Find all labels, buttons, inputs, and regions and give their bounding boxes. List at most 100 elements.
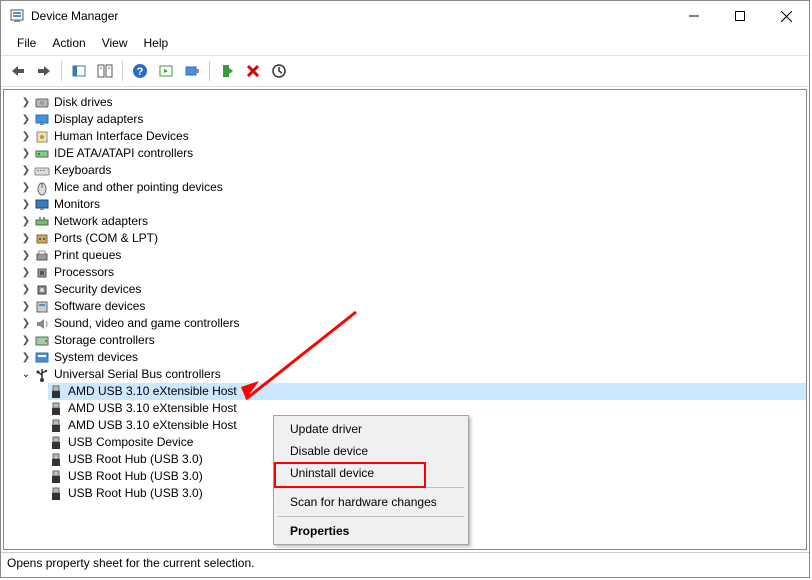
context-menu: Update driver Disable device Uninstall d… [273,415,469,545]
tree-child-node[interactable]: AMD USB 3.10 eXtensible Host [48,383,806,400]
scan-changes-button[interactable] [268,60,290,82]
tree-node[interactable]: ❯Keyboards [20,162,806,179]
tree-node[interactable]: ❯Processors [20,264,806,281]
tree-node[interactable]: ❯ Sound, video and game controllers [20,315,806,332]
properties-button[interactable] [94,60,116,82]
tree-label: Security devices [54,281,141,298]
expand-arrow-icon[interactable]: ❯ [20,94,32,111]
tree-label: Storage controllers [54,332,155,349]
storage-icon [34,333,50,349]
expand-arrow-icon[interactable]: ❯ [20,332,32,349]
tree-label: Print queues [54,247,121,264]
expand-arrow-icon[interactable]: ❯ [20,298,32,315]
tree-node[interactable]: ❯Ports (COM & LPT) [20,230,806,247]
ctx-separator [278,487,464,488]
tree-node[interactable]: ❯ Storage controllers [20,332,806,349]
tree-label: Universal Serial Bus controllers [54,366,221,383]
expand-arrow-icon[interactable]: ❯ [20,162,32,179]
tree-label: Mice and other pointing devices [54,179,223,196]
ctx-scan-hardware[interactable]: Scan for hardware changes [276,491,466,513]
expand-arrow-icon[interactable]: ❯ [20,349,32,366]
expand-arrow-icon[interactable]: ❯ [20,111,32,128]
maximize-button[interactable] [717,1,763,31]
software-icon [34,299,50,315]
menu-view[interactable]: View [94,33,136,53]
separator [61,61,62,81]
show-hide-tree-button[interactable] [68,60,90,82]
tree-label: USB Composite Device [68,434,193,451]
window-buttons [671,1,809,31]
back-button[interactable] [7,60,29,82]
tree-label: Human Interface Devices [54,128,189,145]
menu-action[interactable]: Action [44,33,93,53]
toolbar: ? [1,55,809,87]
expand-arrow-icon[interactable]: ❯ [20,264,32,281]
sound-icon [34,316,50,332]
ide-icon [34,146,50,162]
expand-arrow-icon[interactable]: ❯ [20,247,32,264]
expand-arrow-icon[interactable]: ❯ [20,196,32,213]
hid-icon [34,129,50,145]
collapse-arrow-icon[interactable]: ⌄ [20,366,32,383]
usb-plug-icon [48,469,64,485]
tree-node[interactable]: ❯ IDE ATA/ATAPI controllers [20,145,806,162]
menu-file[interactable]: File [9,33,44,53]
tree-label: USB Root Hub (USB 3.0) [68,451,203,468]
tree-node[interactable]: ❯Monitors [20,196,806,213]
svg-text:?: ? [137,66,144,78]
help-button[interactable]: ? [129,60,151,82]
tree-node[interactable]: ❯ Disk drives [20,94,806,111]
scan-hardware-button[interactable] [181,60,203,82]
expand-arrow-icon[interactable]: ❯ [20,145,32,162]
tree-node[interactable]: ❯ Print queues [20,247,806,264]
tree-node[interactable]: ❯ Software devices [20,298,806,315]
tree-label: Display adapters [54,111,143,128]
tree-label: AMD USB 3.10 eXtensible Host [68,400,237,417]
ctx-update-driver[interactable]: Update driver [276,418,466,440]
usb-plug-icon [48,384,64,400]
system-icon [34,350,50,366]
tree-label: IDE ATA/ATAPI controllers [54,145,193,162]
usb-plug-icon [48,418,64,434]
tree-node[interactable]: ❯ Network adapters [20,213,806,230]
tree-label: USB Root Hub (USB 3.0) [68,485,203,502]
tree-node[interactable]: ❯ Display adapters [20,111,806,128]
network-icon [34,214,50,230]
display-icon [34,112,50,128]
ctx-disable-device[interactable]: Disable device [276,440,466,462]
tree-label: Software devices [54,298,145,315]
tree-label: AMD USB 3.10 eXtensible Host [68,383,237,400]
tree-label: Sound, video and game controllers [54,315,239,332]
minimize-button[interactable] [671,1,717,31]
uninstall-device-button[interactable] [242,60,264,82]
tree-label: AMD USB 3.10 eXtensible Host [68,417,237,434]
expand-arrow-icon[interactable]: ❯ [20,128,32,145]
expand-arrow-icon[interactable]: ❯ [20,230,32,247]
menubar: File Action View Help [1,31,809,55]
security-icon [34,282,50,298]
tree-node[interactable]: ❯ Security devices [20,281,806,298]
ctx-properties[interactable]: Properties [276,520,466,542]
enable-device-button[interactable] [216,60,238,82]
update-driver-button[interactable] [155,60,177,82]
usb-plug-icon [48,435,64,451]
window-title: Device Manager [31,9,671,23]
usb-icon [34,367,50,383]
expand-arrow-icon[interactable]: ❯ [20,281,32,298]
expand-arrow-icon[interactable]: ❯ [20,213,32,230]
ctx-uninstall-device[interactable]: Uninstall device [276,462,466,484]
tree-label: Network adapters [54,213,148,230]
tree-label: USB Root Hub (USB 3.0) [68,468,203,485]
tree-node[interactable]: ❯ Human Interface Devices [20,128,806,145]
tree-label: Disk drives [54,94,113,111]
close-button[interactable] [763,1,809,31]
tree-node-expanded[interactable]: ⌄ Universal Serial Bus controllers [20,366,806,383]
mouse-icon [34,180,50,196]
expand-arrow-icon[interactable]: ❯ [20,315,32,332]
tree-node[interactable]: ❯ Mice and other pointing devices [20,179,806,196]
forward-button[interactable] [33,60,55,82]
menu-help[interactable]: Help [136,33,177,53]
expand-arrow-icon[interactable]: ❯ [20,179,32,196]
tree-node[interactable]: ❯System devices [20,349,806,366]
ports-icon [34,231,50,247]
